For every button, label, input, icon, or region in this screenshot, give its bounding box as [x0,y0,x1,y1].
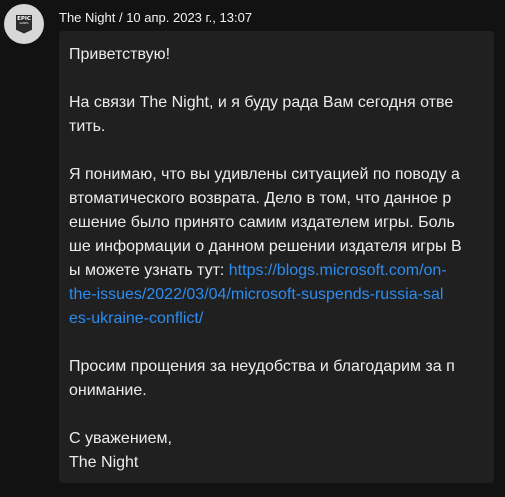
apology-paragraph: Просим прощения за неудобства и благодар… [69,355,484,403]
body-line-4: ше информации о данном решении издателя … [69,238,462,255]
avatar: EPIC GAMES [4,4,44,44]
epic-games-logo-icon: EPIC GAMES [16,14,32,34]
logo-subtext: GAMES [19,22,29,25]
body-line-3: ешение было принято самим издателем игры… [69,214,455,231]
message-bubble: Приветствую! На связи The Night, и я буд… [59,31,494,483]
intro-paragraph: На связи The Night, и я буду рада Вам се… [69,91,484,139]
greeting-text: Приветствую! [69,46,171,63]
body-paragraph: Я понимаю, что вы удивлены ситуацией по … [69,163,484,331]
body-line-2: втоматического возврата. Дело в том, что… [69,190,452,207]
apology-line-1: Просим прощения за неудобства и благодар… [69,358,455,375]
intro-line-2: тить. [69,118,106,135]
body-line-5: ы можете узнать тут: [69,262,229,279]
link-line-2[interactable]: the-issues/2022/03/04/microsoft-suspends… [69,286,443,303]
greeting-line: Приветствую! [69,43,484,67]
signature-block: С уважением, The Night [69,427,484,475]
link-line-1[interactable]: https://blogs.microsoft.com/on- [229,262,447,279]
apology-line-2: онимание. [69,382,147,399]
link-line-3[interactable]: es-ukraine-conflict/ [69,310,203,327]
body-line-1: Я понимаю, что вы удивлены ситуацией по … [69,166,460,183]
message-meta: The Night / 10 апр. 2023 г., 13:07 [59,10,253,25]
intro-line-1: На связи The Night, и я буду рада Вам се… [69,94,454,111]
signature-name: The Night [69,454,139,471]
signoff-text: С уважением, [69,430,172,447]
